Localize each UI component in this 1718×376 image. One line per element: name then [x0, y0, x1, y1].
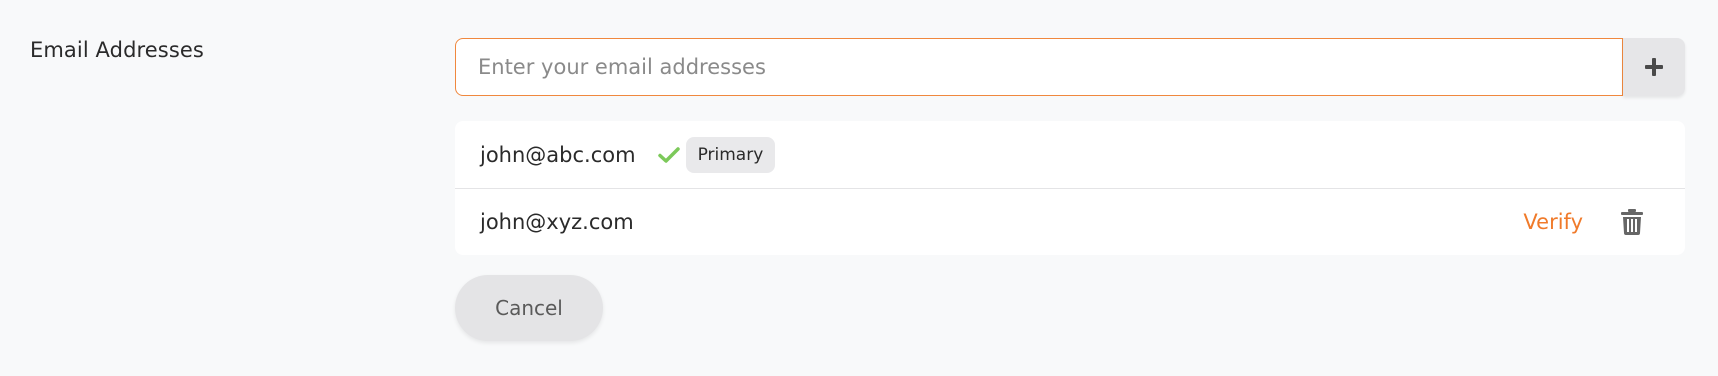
add-email-button[interactable]: [1623, 38, 1685, 96]
email-list-item-primary: john@abc.com Primary: [455, 121, 1685, 188]
cancel-button[interactable]: Cancel: [455, 275, 603, 341]
verified-check-icon: [657, 144, 680, 166]
email-list-item: john@xyz.com Verify: [455, 188, 1685, 255]
email-address: john@xyz.com: [480, 210, 634, 234]
email-addresses-label: Email Addresses: [30, 38, 204, 62]
verify-link[interactable]: Verify: [1523, 210, 1583, 234]
email-list: john@abc.com Primary john@xyz.com Verify: [455, 121, 1685, 255]
email-settings-page: Email Addresses john@abc.com Primary joh…: [0, 0, 1718, 376]
primary-badge: Primary: [685, 136, 776, 173]
email-input[interactable]: [455, 38, 1623, 96]
email-input-row: [455, 38, 1685, 96]
trash-icon[interactable]: [1619, 208, 1645, 236]
email-address: john@abc.com: [480, 142, 636, 167]
plus-icon: [1644, 57, 1664, 77]
